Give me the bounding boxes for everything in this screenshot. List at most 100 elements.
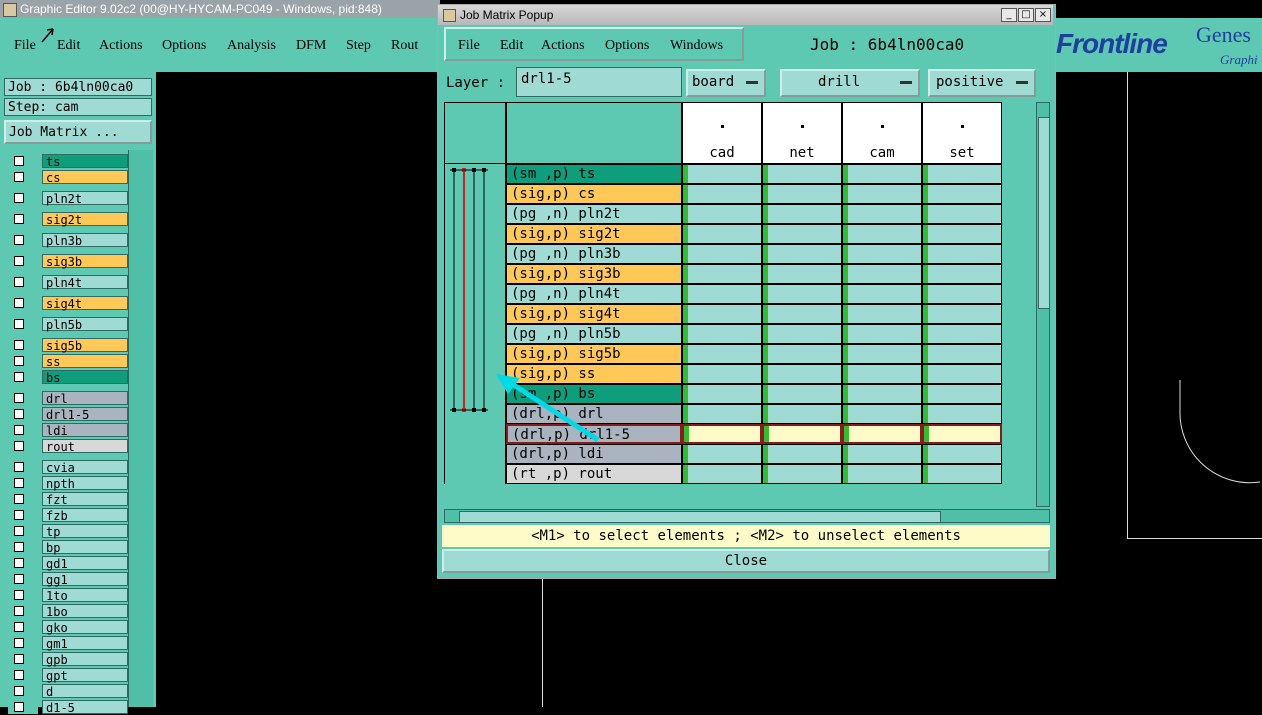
scrollbar-thumb[interactable]: [1038, 117, 1050, 309]
layer-list-item[interactable]: ldi: [8, 423, 128, 438]
matrix-cell[interactable]: [922, 424, 1002, 444]
matrix-cell[interactable]: [762, 264, 842, 284]
matrix-cell[interactable]: [842, 404, 922, 424]
matrix-cell[interactable]: [842, 424, 922, 444]
layer-list-item[interactable]: tp: [8, 524, 128, 539]
layer-checkbox[interactable]: [8, 556, 38, 570]
layer-list-item[interactable]: gpb: [8, 652, 128, 667]
menu-actions[interactable]: Actions: [99, 38, 143, 54]
layer-checkbox[interactable]: [8, 572, 38, 586]
matrix-cell[interactable]: [682, 264, 762, 284]
type-dropdown[interactable]: drill: [780, 69, 920, 97]
layer-checkbox[interactable]: [8, 492, 38, 506]
matrix-cell[interactable]: [842, 164, 922, 184]
matrix-cell[interactable]: [682, 224, 762, 244]
layer-checkbox[interactable]: [8, 636, 38, 650]
layer-list-item[interactable]: fzb: [8, 508, 128, 523]
menu-dfm[interactable]: DFM: [296, 38, 326, 54]
matrix-row-label[interactable]: (pg ,n) pln5b: [506, 324, 682, 344]
menu-analysis[interactable]: Analysis: [227, 38, 276, 54]
layer-checkbox[interactable]: [8, 604, 38, 618]
hscroll-thumb[interactable]: [459, 511, 941, 523]
matrix-cell[interactable]: [762, 464, 842, 484]
layer-list-item[interactable]: fzt: [8, 492, 128, 507]
matrix-cell[interactable]: [922, 264, 1002, 284]
layer-list-item[interactable]: gd1: [8, 556, 128, 571]
matrix-cell[interactable]: [842, 184, 922, 204]
layer-checkbox[interactable]: [8, 354, 38, 368]
layer-list-item[interactable]: sig4t: [8, 296, 128, 311]
matrix-row-label[interactable]: (sig,p) sig3b: [506, 264, 682, 284]
matrix-row-label[interactable]: (pg ,n) pln4t: [506, 284, 682, 304]
menu-rout[interactable]: Rout: [391, 38, 418, 54]
step-header[interactable]: cad: [682, 102, 762, 164]
matrix-cell[interactable]: [682, 464, 762, 484]
layer-checkbox[interactable]: [8, 317, 38, 331]
layer-checkbox[interactable]: [8, 407, 38, 421]
layer-list-item[interactable]: rout: [8, 439, 128, 454]
layer-list-item[interactable]: sig3b: [8, 254, 128, 269]
step-header[interactable]: set: [922, 102, 1002, 164]
layer-list-item[interactable]: gg1: [8, 572, 128, 587]
matrix-cell[interactable]: [842, 364, 922, 384]
layer-list-item[interactable]: pln5b: [8, 317, 128, 332]
layer-checkbox[interactable]: [8, 588, 38, 602]
step-header[interactable]: net: [762, 102, 842, 164]
layer-checkbox[interactable]: [8, 391, 38, 405]
matrix-cell[interactable]: [682, 244, 762, 264]
layer-list-item[interactable]: bs: [8, 370, 128, 385]
job-matrix-button[interactable]: Job Matrix ...: [4, 120, 152, 144]
matrix-cell[interactable]: [762, 284, 842, 304]
layer-checkbox[interactable]: [8, 296, 38, 310]
matrix-cell[interactable]: [842, 304, 922, 324]
popup-menu-actions[interactable]: Actions: [541, 38, 585, 54]
matrix-row-label[interactable]: (sig,p) cs: [506, 184, 682, 204]
layer-checkbox[interactable]: [8, 338, 38, 352]
layer-checkbox[interactable]: [8, 212, 38, 226]
layer-list-item[interactable]: pln4t: [8, 275, 128, 290]
layer-checkbox[interactable]: [8, 154, 38, 168]
menu-step[interactable]: Step: [346, 38, 371, 54]
layer-list-item[interactable]: 1to: [8, 588, 128, 603]
matrix-cell[interactable]: [762, 244, 842, 264]
matrix-cell[interactable]: [682, 184, 762, 204]
layer-list-item[interactable]: npth: [8, 476, 128, 491]
close-button[interactable]: Close: [442, 549, 1050, 573]
popup-menu-file[interactable]: File: [458, 38, 480, 54]
layer-checkbox[interactable]: [8, 460, 38, 474]
matrix-cell[interactable]: [922, 164, 1002, 184]
layer-list-item[interactable]: ss: [8, 354, 128, 369]
matrix-row-label[interactable]: (sig,p) sig4t: [506, 304, 682, 324]
layer-list-item[interactable]: pln3b: [8, 233, 128, 248]
layer-checkbox[interactable]: [8, 191, 38, 205]
matrix-cell[interactable]: [842, 204, 922, 224]
matrix-cell[interactable]: [762, 364, 842, 384]
layer-checkbox[interactable]: [8, 524, 38, 538]
layer-checkbox[interactable]: [8, 275, 38, 289]
matrix-cell[interactable]: [922, 384, 1002, 404]
matrix-cell[interactable]: [922, 184, 1002, 204]
matrix-row-label[interactable]: (pg ,n) pln2t: [506, 204, 682, 224]
matrix-cell[interactable]: [922, 284, 1002, 304]
matrix-row-label[interactable]: (sig,p) sig5b: [506, 344, 682, 364]
layer-checkbox[interactable]: [8, 423, 38, 437]
matrix-cell[interactable]: [762, 424, 842, 444]
menu-file[interactable]: File: [14, 38, 36, 54]
matrix-cell[interactable]: [842, 264, 922, 284]
layer-list-item[interactable]: d: [8, 684, 128, 699]
layer-checkbox[interactable]: [8, 508, 38, 522]
matrix-cell[interactable]: [762, 324, 842, 344]
popup-menu-windows[interactable]: Windows: [670, 38, 723, 54]
layer-list-item[interactable]: pln2t: [8, 191, 128, 206]
matrix-cell[interactable]: [842, 224, 922, 244]
layer-checkbox[interactable]: [8, 540, 38, 554]
layer-checkbox[interactable]: [8, 684, 38, 698]
matrix-cell[interactable]: [842, 464, 922, 484]
layer-checkbox[interactable]: [8, 370, 38, 384]
matrix-cell[interactable]: [922, 464, 1002, 484]
matrix-cell[interactable]: [762, 204, 842, 224]
matrix-cell[interactable]: [762, 164, 842, 184]
minimize-icon[interactable]: _: [1001, 8, 1017, 22]
matrix-cell[interactable]: [762, 184, 842, 204]
layer-checkbox[interactable]: [8, 254, 38, 268]
